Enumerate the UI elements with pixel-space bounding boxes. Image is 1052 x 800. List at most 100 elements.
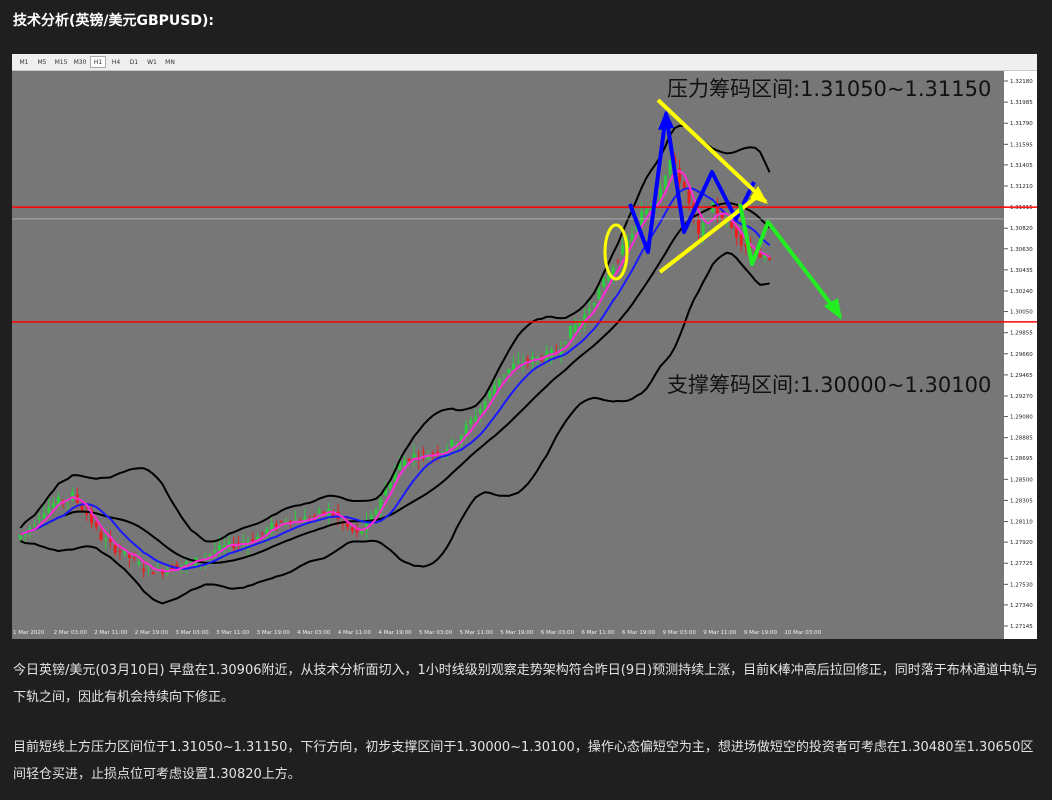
candle-body [516,361,520,363]
price-tick-label: 1.29660 [1010,352,1033,358]
price-tick-label: 1.29080 [1010,415,1033,421]
candle-body [293,519,297,521]
candle-body [602,278,606,287]
candle-body [758,252,762,258]
candle-body [132,557,136,559]
candle-body [317,510,321,513]
candle-body [279,521,283,523]
candle-body [99,531,103,541]
candle-body [42,513,46,519]
price-tick-label: 1.30435 [1010,268,1033,274]
candle-body [616,261,620,263]
candle-body [312,515,316,517]
candle-body [322,511,326,514]
candle-body [597,288,601,299]
analysis-paragraph-1: 今日英镑/美元(03月10日) 早盘在1.30906附近，从技术分析面切入，1小… [13,663,1038,705]
time-tick-label: 6 Mar 03:00 [541,630,575,636]
candle-body [568,325,572,339]
time-tick-label: 6 Mar 11:00 [581,630,615,636]
candle-body [450,439,454,447]
analysis-paragraph-2: 目前短线上方压力区间位于1.31050~1.31150，下行方向，初步支撑区间于… [13,740,1034,782]
time-tick-label: 9 Mar 19:00 [744,630,778,636]
candle-body [587,308,591,311]
candle-body [213,550,217,553]
candle-body [37,518,41,520]
candle-body [47,507,51,513]
time-tick-label: 3 Mar 03:00 [175,630,209,636]
candle-body [526,358,530,362]
candle-body [232,545,236,548]
price-tick-label: 1.27530 [1010,582,1033,588]
candle-body [260,532,264,534]
candle-body [502,374,506,376]
time-tick-label: 10 Mar 03:00 [784,630,821,636]
candle-body [668,159,672,175]
price-tick-label: 1.31985 [1010,100,1033,106]
time-tick-label: 3 Mar 11:00 [216,630,250,636]
price-tick-label: 1.27725 [1010,561,1033,567]
candle-body [768,257,772,260]
candle-body [611,267,615,275]
time-tick-label: 9 Mar 11:00 [703,630,737,636]
candle-body [104,539,108,541]
candle-body [118,551,122,553]
price-tick-label: 1.31595 [1010,142,1033,148]
candle-body [730,221,734,228]
price-tick-label: 1.28885 [1010,436,1033,442]
candle-body [507,368,511,374]
time-tick-label: 5 Mar 11:00 [460,630,494,636]
candle-body [564,341,568,344]
time-tick-label: 6 Mar 19:00 [622,630,656,636]
candle-body [644,209,648,215]
candle-body [33,524,37,526]
candle-body [374,509,378,515]
price-tick-label: 1.28110 [1010,520,1033,526]
price-tick-label: 1.31015 [1010,205,1033,211]
resistance-annotation: 压力筹码区间:1.31050~1.31150 [667,77,991,101]
support-annotation: 支撑筹码区间:1.30000~1.30100 [667,373,991,397]
candle-body [180,565,184,567]
candle-body [142,568,146,572]
price-tick-label: 1.30820 [1010,226,1033,232]
candle-body [402,459,406,467]
time-tick-label: 1 Mar 2020 [13,630,45,636]
candle-body [284,521,288,523]
candle-body [431,453,435,455]
bollinger-lower [19,251,770,605]
price-tick-label: 1.29270 [1010,394,1033,400]
price-tick-label: 1.28695 [1010,456,1033,462]
time-tick-label: 9 Mar 03:00 [663,630,697,636]
page-title: 技术分析(英镑/美元GBPUSD): [13,13,215,29]
price-tick-label: 1.31210 [1010,184,1033,190]
candle-body [621,244,625,255]
candle-body [412,454,416,459]
candle-body [592,303,596,306]
price-tick-label: 1.32180 [1010,79,1033,85]
green-forecast-arrow [738,203,842,318]
candle-body [469,419,473,424]
candle-body [52,503,56,508]
time-tick-label: 3 Mar 19:00 [257,630,291,636]
price-tick-label: 1.30050 [1010,310,1033,316]
time-tick-label: 4 Mar 03:00 [297,630,331,636]
candle-body [184,561,188,565]
candle-body [137,561,141,565]
time-tick-label: 2 Mar 11:00 [94,630,128,636]
price-tick-label: 1.29465 [1010,373,1033,379]
candle-body [478,408,482,414]
candle-body [696,219,700,234]
price-tick-label: 1.27340 [1010,603,1033,609]
time-tick-label: 4 Mar 19:00 [378,630,412,636]
time-tick-label: 5 Mar 19:00 [500,630,534,636]
time-tick-label: 5 Mar 03:00 [419,630,453,636]
candle-body [497,378,501,386]
price-tick-label: 1.31790 [1010,121,1033,127]
price-tick-label: 1.31405 [1010,163,1033,169]
time-tick-label: 2 Mar 03:00 [54,630,88,636]
candle-body [151,572,155,575]
candle-body [573,324,577,333]
price-tick-label: 1.27920 [1010,540,1033,546]
candle-body [720,215,724,220]
time-tick-label: 2 Mar 19:00 [135,630,169,636]
candle-body [474,416,478,422]
